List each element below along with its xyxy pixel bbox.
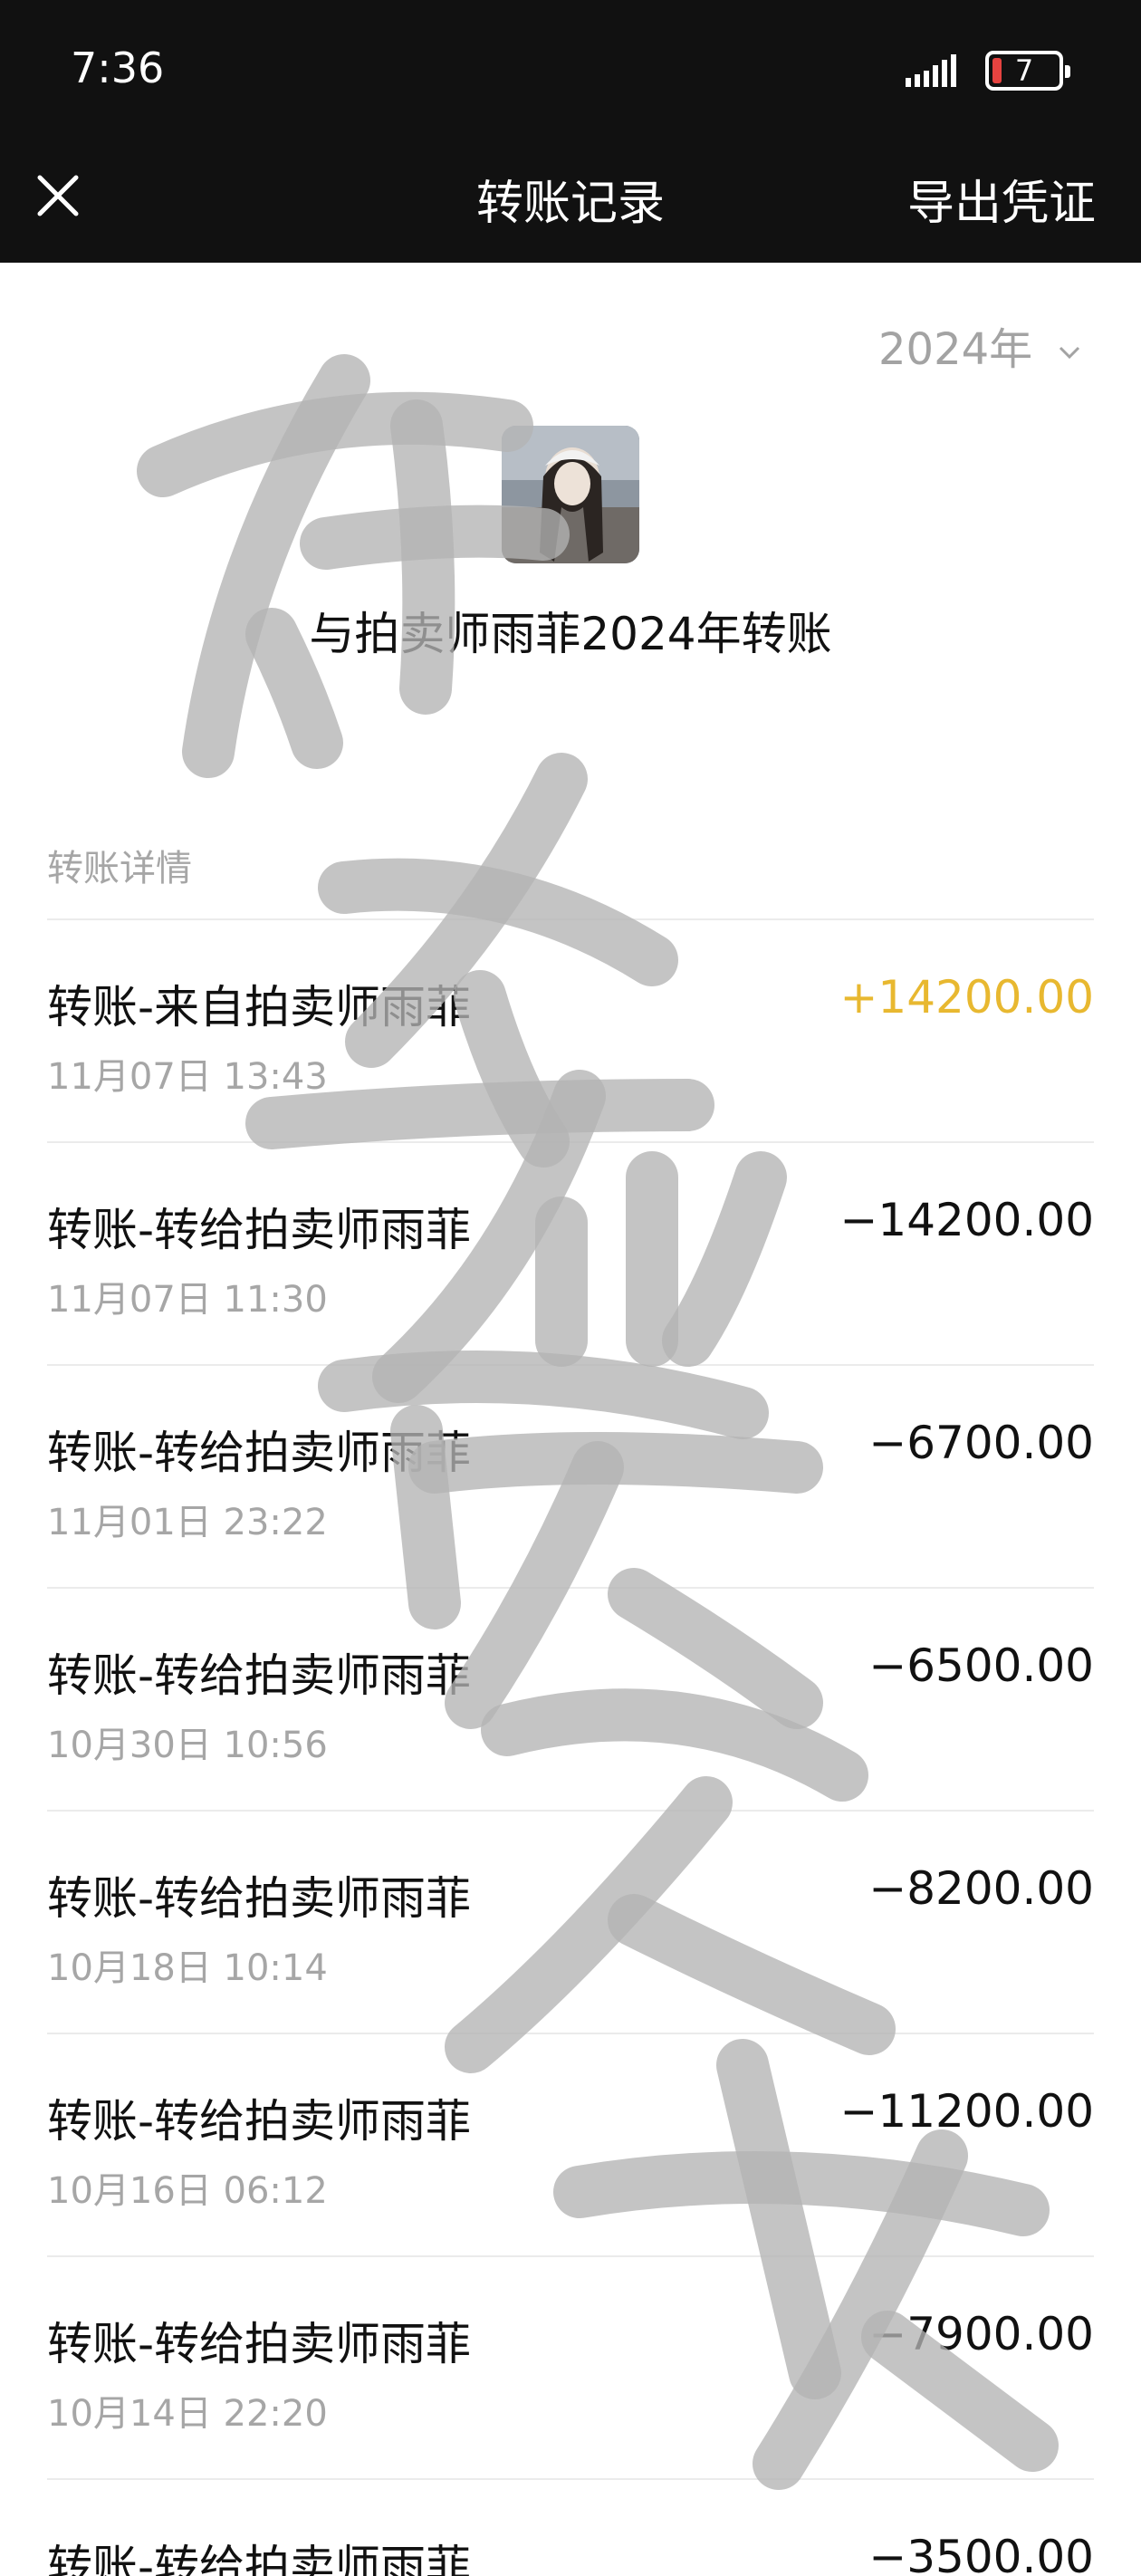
transaction-row[interactable]: 转账-转给拍卖师雨菲 10月18日 10:14 −8200.00 bbox=[47, 1810, 1094, 2033]
signal-icon bbox=[906, 54, 956, 87]
transaction-row[interactable]: 转账-转给拍卖师雨菲 11月07日 11:30 −14200.00 bbox=[47, 1141, 1094, 1364]
transaction-title: 转账-转给拍卖师雨菲 bbox=[47, 2318, 472, 2370]
transaction-row[interactable]: 转账-来自拍卖师雨菲 11月07日 13:43 +14200.00 bbox=[47, 918, 1094, 1141]
avatar-image bbox=[502, 426, 639, 563]
transaction-title: 转账-转给拍卖师雨菲 bbox=[47, 1872, 472, 1925]
transaction-time: 11月07日 11:30 bbox=[47, 1279, 328, 1321]
transaction-row[interactable]: 转账-转给拍卖师雨菲 10月14日 22:20 −7900.00 bbox=[47, 2255, 1094, 2478]
transaction-row[interactable]: 转账-转给拍卖师雨菲 11月01日 23:22 −6700.00 bbox=[47, 1364, 1094, 1587]
transaction-title: 转账-来自拍卖师雨菲 bbox=[47, 981, 472, 1033]
conversation-heading: 与拍卖师雨菲2024年转账 bbox=[309, 608, 832, 660]
transaction-amount: +14200.00 bbox=[839, 971, 1094, 1024]
transaction-time: 10月14日 22:20 bbox=[47, 2393, 328, 2435]
transaction-amount: −6700.00 bbox=[868, 1417, 1094, 1469]
export-voucher-button[interactable]: 导出凭证 bbox=[896, 165, 1096, 233]
transaction-row[interactable]: 转账-转给拍卖师雨菲 −3500.00 bbox=[47, 2478, 1094, 2576]
transaction-title: 转账-转给拍卖师雨菲 bbox=[47, 1649, 472, 1702]
status-bar: 7:36 7 bbox=[0, 0, 1141, 145]
close-icon bbox=[37, 175, 79, 216]
close-button[interactable] bbox=[22, 145, 94, 245]
transaction-amount: −6500.00 bbox=[868, 1639, 1094, 1692]
transaction-amount: −3500.00 bbox=[868, 2531, 1094, 2576]
section-label: 转账详情 bbox=[47, 848, 192, 889]
transaction-time: 10月16日 06:12 bbox=[47, 2170, 328, 2212]
transaction-amount: −8200.00 bbox=[868, 1862, 1094, 1915]
transaction-title: 转账-转给拍卖师雨菲 bbox=[47, 2541, 472, 2576]
battery-level-text: 7 bbox=[1014, 53, 1034, 88]
status-time: 7:36 bbox=[71, 43, 165, 92]
transaction-amount: −11200.00 bbox=[839, 2085, 1094, 2138]
avatar bbox=[502, 426, 639, 563]
transaction-time: 10月18日 10:14 bbox=[47, 1947, 328, 1989]
transaction-title: 转账-转给拍卖师雨菲 bbox=[47, 1204, 472, 1256]
year-selector[interactable]: 2024年 bbox=[878, 313, 1082, 377]
transaction-amount: −14200.00 bbox=[839, 1194, 1094, 1246]
transaction-time: 10月30日 10:56 bbox=[47, 1725, 328, 1766]
battery-cap bbox=[1065, 65, 1070, 78]
transaction-row[interactable]: 转账-转给拍卖师雨菲 10月16日 06:12 −11200.00 bbox=[47, 2033, 1094, 2255]
page-title: 转账记录 bbox=[475, 177, 665, 231]
transaction-time: 11月07日 13:43 bbox=[47, 1056, 328, 1098]
chevron-down-icon bbox=[1060, 346, 1080, 360]
transaction-row[interactable]: 转账-转给拍卖师雨菲 10月30日 10:56 −6500.00 bbox=[47, 1587, 1094, 1810]
transaction-time: 11月01日 23:22 bbox=[47, 1502, 328, 1543]
transaction-title: 转账-转给拍卖师雨菲 bbox=[47, 2095, 472, 2148]
battery-icon: 7 bbox=[985, 51, 1070, 91]
transaction-amount: −7900.00 bbox=[868, 2308, 1094, 2360]
transfer-records-screen: 7:36 7 转账记录 导出凭证 2024年 与拍卖师雨菲2024年转账 转账详… bbox=[0, 0, 1141, 2576]
year-selector-label: 2024年 bbox=[878, 324, 1033, 375]
transaction-list: 转账-来自拍卖师雨菲 11月07日 13:43 +14200.00 转账-转给拍… bbox=[47, 918, 1094, 2576]
transaction-title: 转账-转给拍卖师雨菲 bbox=[47, 1427, 472, 1479]
